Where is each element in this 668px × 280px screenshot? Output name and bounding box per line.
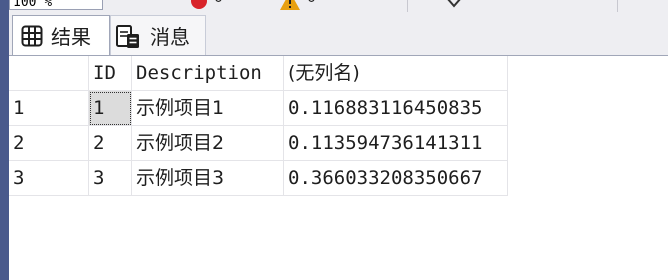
row-number[interactable]: 1 (9, 91, 89, 126)
grid-icon (21, 25, 43, 46)
column-header-unnamed[interactable]: (无列名) (284, 56, 508, 91)
cell-description[interactable]: 示例项目3 (132, 161, 284, 196)
cell-description[interactable]: 示例项目1 (132, 91, 284, 126)
tab-results-label: 结果 (51, 25, 91, 49)
tab-results[interactable]: 结果 (12, 15, 110, 55)
row-number[interactable]: 3 (9, 161, 89, 196)
status-toolbar: 100 % 0 0 (9, 0, 668, 12)
zoom-field[interactable]: 100 % (9, 0, 103, 10)
toolbar-separator (407, 0, 408, 12)
cell-id[interactable]: 3 (89, 161, 132, 196)
cell-value[interactable]: 0.366033208350667 (284, 161, 508, 196)
cell-value[interactable]: 0.116883116450835 (284, 91, 508, 126)
error-icon[interactable] (191, 0, 207, 9)
navigate-down-icon[interactable] (445, 0, 463, 10)
cell-id[interactable]: 2 (89, 126, 132, 161)
cell-value[interactable]: 0.113594736141311 (284, 126, 508, 161)
column-header-description[interactable]: Description (132, 56, 284, 91)
tab-messages-label: 消息 (150, 25, 190, 49)
result-tabs: 结果 消息 (9, 12, 668, 56)
corner-header[interactable] (9, 56, 89, 91)
tab-messages[interactable]: 消息 (110, 15, 206, 55)
warning-count: 0 (307, 0, 316, 6)
column-header-id[interactable]: ID (89, 56, 132, 91)
toolbar-separator (617, 0, 618, 12)
warning-icon[interactable] (279, 0, 301, 11)
results-grid: ID Description (无列名) 1 1 示例项目1 0.1168831… (9, 55, 668, 280)
messages-icon (116, 24, 139, 48)
row-number[interactable]: 2 (9, 126, 89, 161)
cell-id[interactable]: 1 (89, 91, 132, 126)
cell-description[interactable]: 示例项目2 (132, 126, 284, 161)
results-window: 100 % 0 0 结果 (0, 0, 668, 280)
left-edge-strip (0, 0, 9, 280)
error-count: 0 (214, 0, 223, 6)
